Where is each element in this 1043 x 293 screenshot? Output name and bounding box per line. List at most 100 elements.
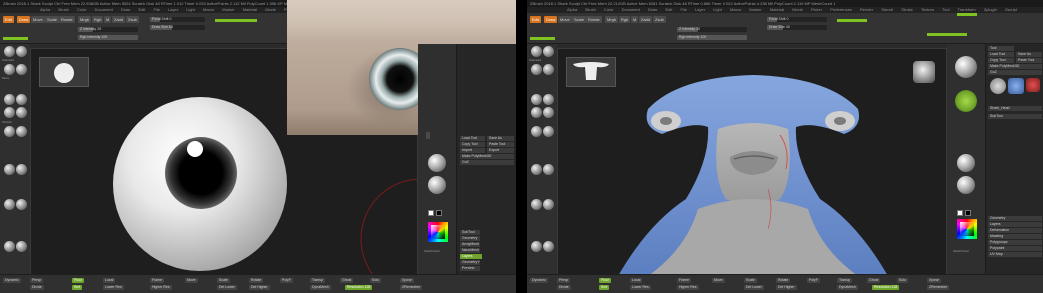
tool-row[interactable]: Layers	[460, 254, 482, 259]
trimdynamic-brush-icon[interactable]	[16, 94, 27, 105]
move-view-button[interactable]: Move	[712, 278, 725, 283]
scale-view-button[interactable]: Scale	[744, 278, 757, 283]
dragrect-stroke-icon[interactable]	[4, 164, 15, 175]
move-button[interactable]: Move	[558, 16, 572, 23]
move-view-button[interactable]: Move	[185, 278, 198, 283]
solo-button[interactable]: Solo	[897, 278, 909, 283]
menu-item[interactable]: Light	[186, 7, 195, 12]
z-intensity-slider[interactable]: Z Intensity 30	[677, 27, 747, 32]
tool-row[interactable]: Copy Tool	[988, 58, 1014, 63]
tool-row[interactable]: Make PolyMesh3D	[988, 64, 1042, 69]
tool-row[interactable]: SubTool	[988, 114, 1042, 119]
color-icon[interactable]	[543, 241, 554, 252]
menu-item[interactable]: Brush	[58, 7, 68, 12]
menu-item[interactable]: Color	[77, 7, 87, 12]
draw-button[interactable]: Draw	[544, 16, 558, 23]
menu-item[interactable]: Layer	[168, 7, 178, 12]
dots-stroke-icon[interactable]	[16, 126, 27, 137]
tool-row[interactable]: Copy Tool	[460, 142, 485, 147]
matcap-sphere-icon[interactable]	[957, 154, 975, 172]
claybuildup-brush-icon[interactable]	[16, 46, 27, 57]
menu-item[interactable]: Preferences	[830, 7, 852, 12]
rgb-intensity-slider[interactable]: Rgb Intensity 100	[78, 35, 138, 40]
texture-icon[interactable]	[16, 199, 27, 210]
xpose-button[interactable]: Xpose	[927, 278, 941, 283]
frame-button[interactable]: Frame	[150, 278, 165, 283]
tool-row[interactable]: Export	[487, 148, 514, 153]
rgb-button[interactable]: Rgb	[619, 16, 631, 23]
tool-row[interactable]: UV Map	[988, 252, 1042, 257]
menu-item[interactable]: Alpha	[567, 7, 577, 12]
menu-item[interactable]: Draw	[648, 7, 657, 12]
material-icon[interactable]	[4, 241, 15, 252]
ghost-button[interactable]: Ghost	[867, 278, 881, 283]
smt-button[interactable]: Smt	[72, 285, 83, 290]
frame-button[interactable]: Frame	[677, 278, 692, 283]
color-icon[interactable]	[16, 241, 27, 252]
floor-button[interactable]: Floor	[72, 278, 84, 283]
menu-item[interactable]: Draw	[121, 7, 130, 12]
rotate-view-button[interactable]: Rotate	[776, 278, 791, 283]
viewport-canvas[interactable]	[557, 48, 947, 275]
divide-button[interactable]: Divide	[30, 285, 44, 290]
standard-brush-icon[interactable]	[531, 46, 542, 57]
tool-row[interactable]: Import	[460, 148, 485, 153]
tool-row[interactable]: Load Tool	[988, 52, 1014, 57]
divide-button[interactable]: Divide	[557, 285, 571, 290]
tool-row[interactable]: Tool	[988, 46, 1014, 51]
draw-size-slider[interactable]: Draw Size 40	[767, 25, 827, 30]
trimdynamic-brush-icon[interactable]	[543, 94, 554, 105]
menu-item[interactable]: Transform	[958, 7, 976, 12]
secondary-color-swatch[interactable]	[965, 210, 971, 216]
material-icon[interactable]	[531, 241, 542, 252]
pinch-brush-icon[interactable]	[16, 107, 27, 118]
eyeball-model[interactable]	[113, 97, 287, 271]
dragrect-stroke-icon[interactable]	[531, 164, 542, 175]
matcap-sphere-icon[interactable]	[428, 176, 446, 194]
local-button[interactable]: Local	[630, 278, 643, 283]
dynamesh-button[interactable]: DynaMesh	[837, 285, 858, 290]
tool-row[interactable]: Geometry	[460, 236, 480, 241]
resolution-slider[interactable]: Resolution 128	[872, 285, 900, 290]
edit-button[interactable]: Edit	[3, 16, 14, 23]
tool-row[interactable]: Masking	[988, 234, 1042, 239]
tool-row[interactable]: Paste Tool	[487, 142, 514, 147]
hpolish-brush-icon[interactable]	[4, 94, 15, 105]
dynamic-button[interactable]: Dynamic	[3, 278, 21, 283]
move-brush-icon[interactable]	[4, 64, 15, 75]
menu-item[interactable]: Macro	[203, 7, 214, 12]
dynamic-button[interactable]: Dynamic	[530, 278, 548, 283]
menu-item[interactable]: File	[153, 7, 159, 12]
tool-row[interactable]: SubTool	[460, 230, 480, 235]
ghost-button[interactable]: Ghost	[340, 278, 354, 283]
higher-res-button[interactable]: Higher Res	[677, 285, 699, 290]
menu-item[interactable]: Brush	[585, 7, 595, 12]
focal-shift-slider[interactable]: Focal Shift 0	[767, 17, 827, 22]
menu-item[interactable]: Stencil	[881, 7, 893, 12]
rotate-view-button[interactable]: Rotate	[249, 278, 264, 283]
lower-res-button[interactable]: Lower Res	[630, 285, 651, 290]
material-sphere-icon[interactable]	[955, 56, 977, 78]
claybuildup-brush-icon[interactable]	[543, 46, 554, 57]
mrgb-button[interactable]: Mrgb	[605, 16, 619, 23]
xpose-button[interactable]: Xpose	[400, 278, 414, 283]
tool-row[interactable]: Deformation	[988, 228, 1042, 233]
tool-row[interactable]: ArrayMesh	[460, 242, 480, 247]
resolution-slider[interactable]: Resolution 128	[345, 285, 373, 290]
menu-item[interactable]: File	[680, 7, 686, 12]
zremesher-button[interactable]: ZRemesher	[400, 285, 423, 290]
texture-icon[interactable]	[543, 199, 554, 210]
alpha-icon[interactable]	[4, 199, 15, 210]
scale-button[interactable]: Scale	[45, 16, 60, 23]
dynamesh-button[interactable]: DynaMesh	[310, 285, 331, 290]
menu-item[interactable]: Picker	[811, 7, 822, 12]
focal-shift-slider[interactable]: Focal Shift 0	[150, 17, 205, 22]
tool-row[interactable]: GoZ	[460, 160, 514, 165]
tool-row[interactable]: Geometry	[988, 216, 1042, 221]
menu-item[interactable]: Zscript	[1005, 7, 1017, 12]
red-tool-icon[interactable]	[1026, 78, 1040, 92]
zsub-button[interactable]: Zsub	[653, 16, 666, 23]
menu-item[interactable]: Macro	[730, 7, 741, 12]
tool-row[interactable]: Make PolyMesh3D	[460, 154, 514, 159]
main-color-swatch[interactable]	[428, 210, 434, 216]
